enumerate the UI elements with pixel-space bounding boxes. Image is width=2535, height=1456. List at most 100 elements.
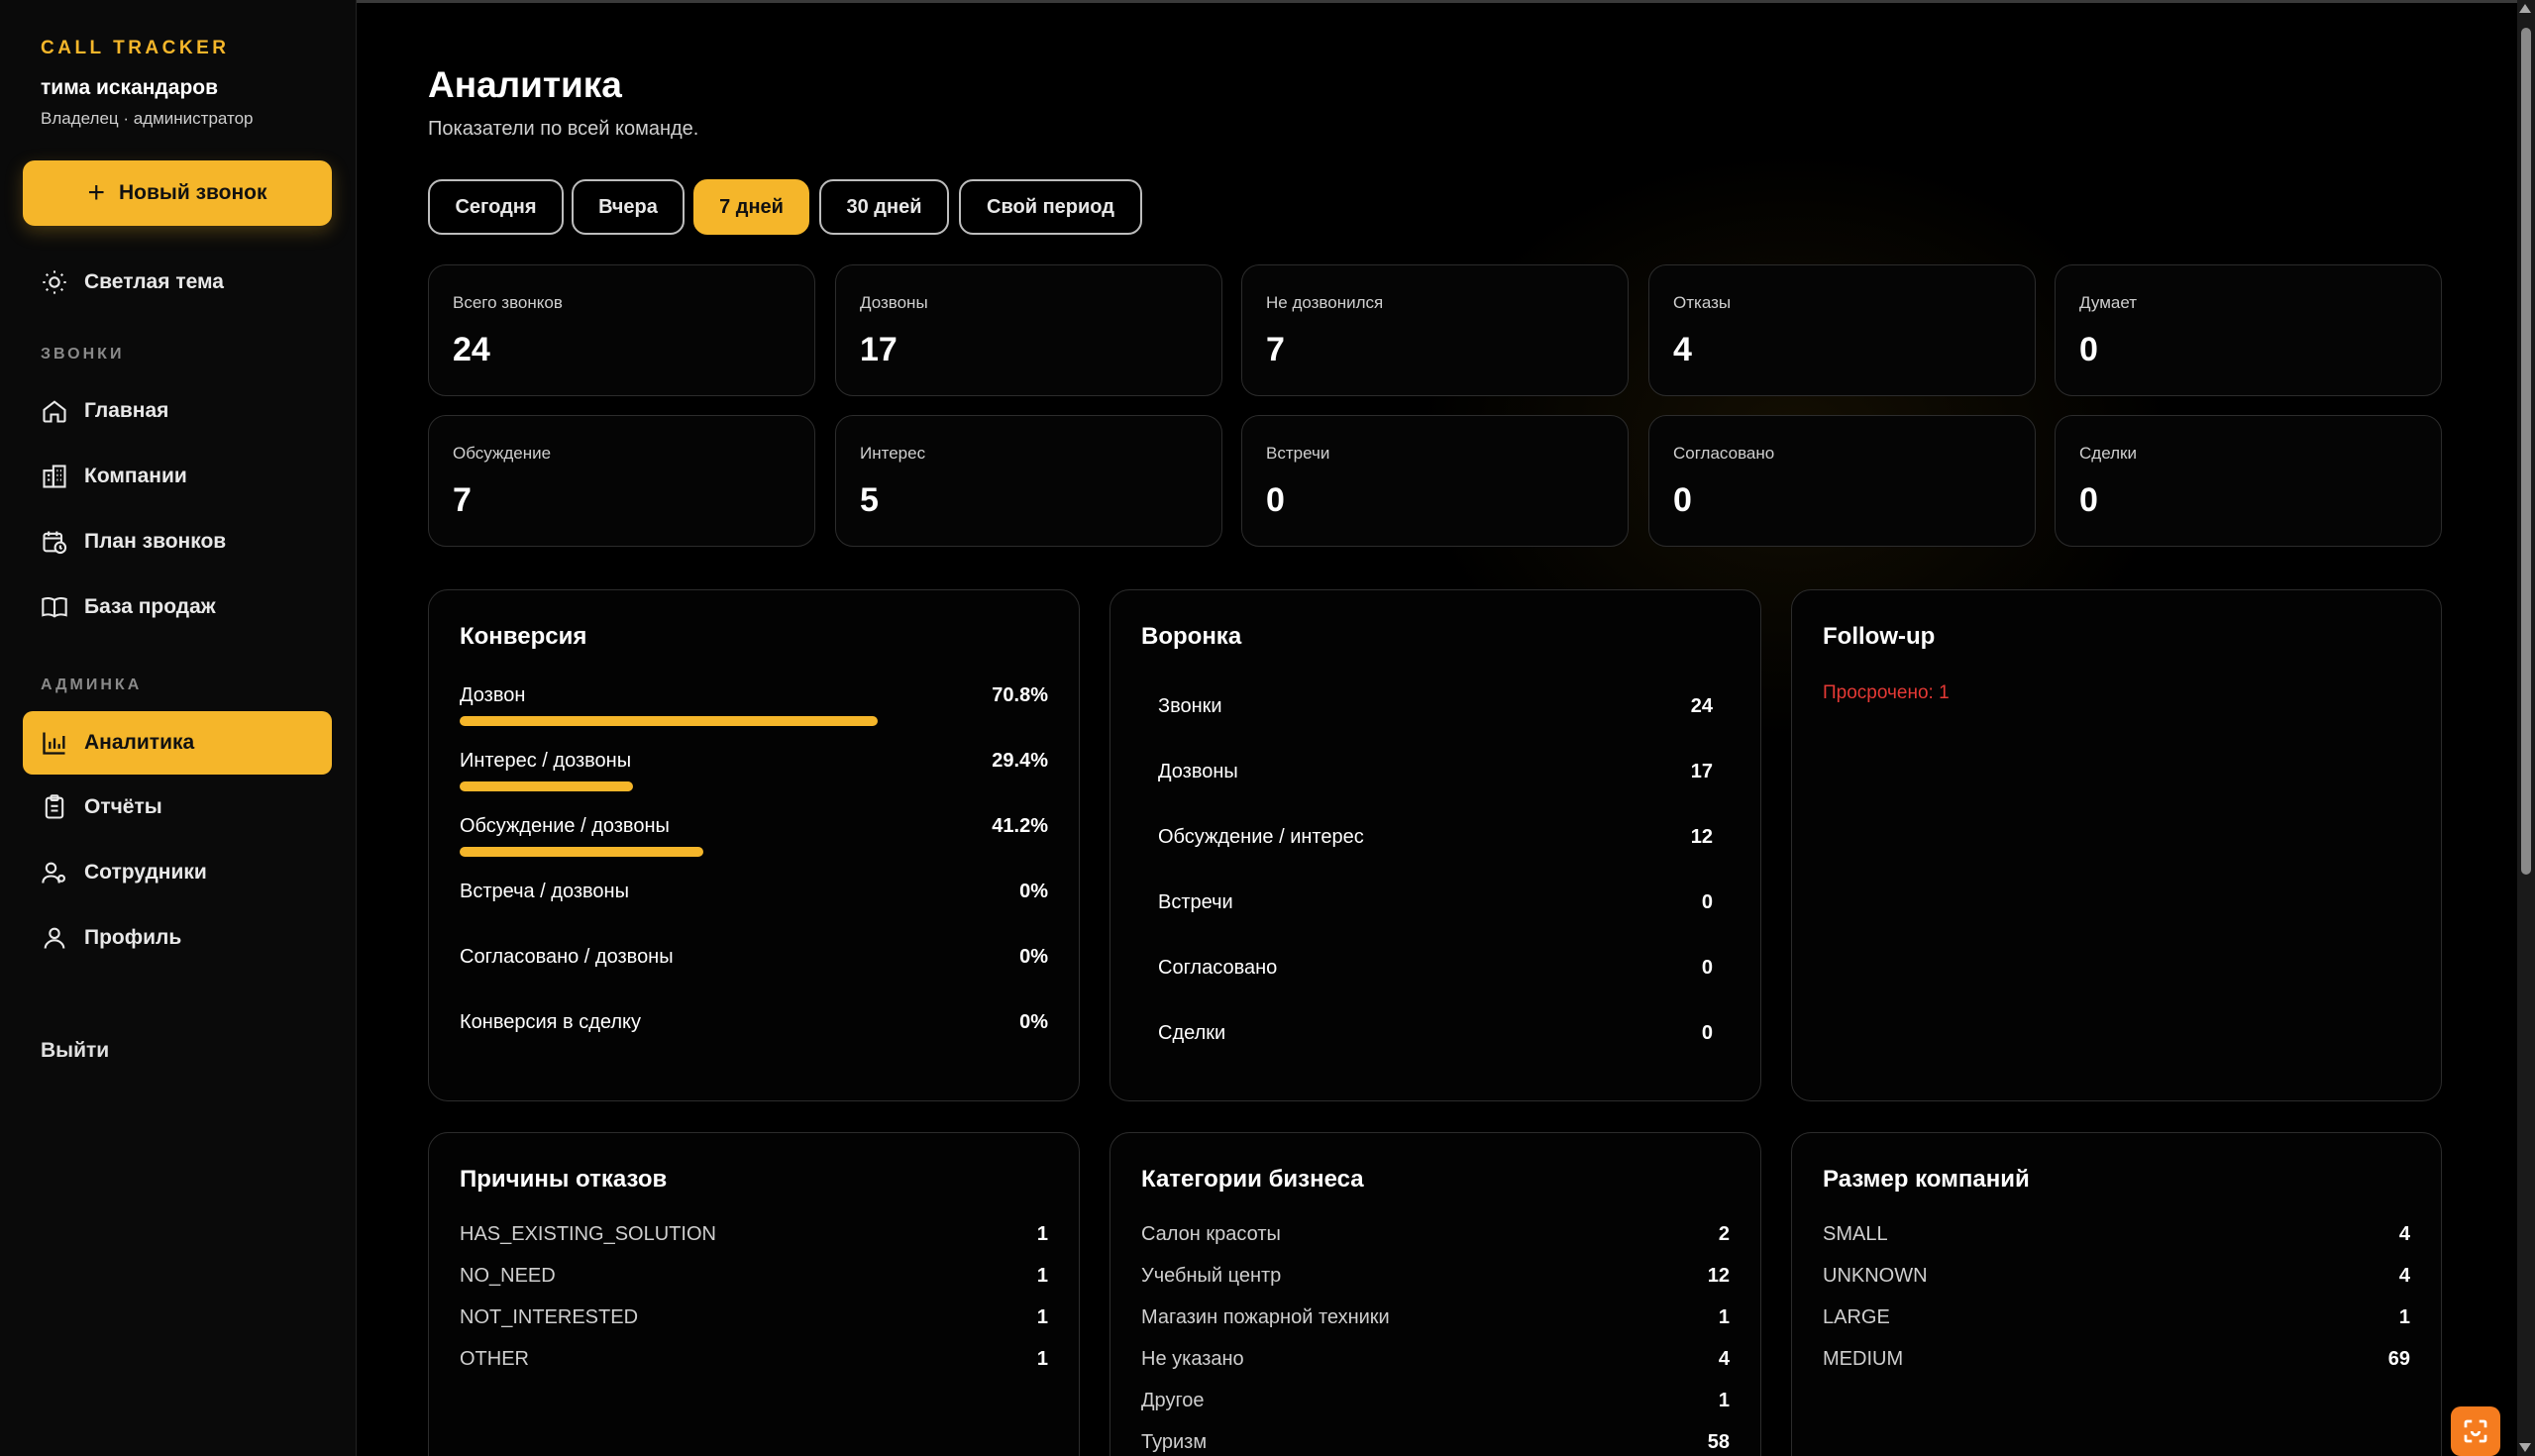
- list-item-label: HAS_EXISTING_SOLUTION: [460, 1223, 716, 1245]
- conversion-bar: [460, 716, 878, 726]
- sidebar-item-analytics[interactable]: Аналитика: [23, 711, 332, 775]
- conversion-bar: [460, 847, 703, 857]
- sidebar-item-label: Отчёты: [84, 795, 162, 818]
- funnel-value: 24: [1690, 695, 1713, 717]
- stat-card-connected: Дозвоны 17: [835, 264, 1222, 396]
- list-item-value: 12: [1707, 1265, 1730, 1287]
- funnel-value: 17: [1690, 761, 1713, 782]
- conversion-percent: 70.8%: [992, 684, 1048, 706]
- sidebar-item-reports[interactable]: Отчёты: [23, 778, 332, 837]
- stat-label: Думает: [2079, 293, 2138, 312]
- stat-value: 0: [1673, 481, 1692, 519]
- list-item-label: NOT_INTERESTED: [460, 1306, 639, 1328]
- section-label-calls: ЗВОНКИ: [41, 346, 125, 363]
- screenshot-tool-button[interactable]: [2451, 1406, 2500, 1456]
- funnel-label: Согласовано: [1158, 957, 1278, 979]
- funnel-label: Дозвоны: [1158, 761, 1238, 782]
- theme-toggle[interactable]: Светлая тема: [23, 253, 332, 312]
- conversion-label: Конверсия в сделку: [460, 1011, 641, 1033]
- sidebar-item-companies[interactable]: Компании: [23, 447, 332, 506]
- list-item-value: 1: [1718, 1390, 1730, 1411]
- book-icon: [42, 597, 67, 618]
- funnel-value: 0: [1701, 957, 1713, 979]
- list-item-label: Другое: [1141, 1390, 1205, 1411]
- stat-card-interest: Интерес 5: [835, 415, 1222, 547]
- conversion-label: Обсуждение / дозвоны: [460, 815, 670, 837]
- conversion-label: Согласовано / дозвоны: [460, 946, 674, 968]
- list-item-value: 58: [1707, 1431, 1730, 1453]
- list-item-value: 69: [2387, 1348, 2410, 1370]
- conversion-percent: 0%: [1019, 946, 1048, 968]
- list-item-value: 1: [2398, 1306, 2410, 1328]
- sun-icon: [43, 270, 66, 294]
- stat-label: Интерес: [860, 444, 926, 463]
- sidebar-item-label: База продаж: [84, 595, 216, 618]
- sidebar-item-sales-base[interactable]: База продаж: [23, 577, 332, 637]
- new-call-button[interactable]: + Новый звонок: [23, 160, 332, 226]
- period-custom-button[interactable]: Свой период: [959, 179, 1142, 235]
- user-icon: [44, 927, 65, 949]
- conversion-row: Конверсия в сделку 0%: [460, 1011, 1048, 1035]
- stat-card-meetings: Встречи 0: [1241, 415, 1629, 547]
- conversion-percent: 41.2%: [992, 815, 1048, 837]
- sidebar-item-label: Компании: [84, 465, 187, 487]
- stat-label: Не дозвонился: [1266, 293, 1384, 312]
- sidebar-item-call-plan[interactable]: План звонков: [23, 512, 332, 572]
- list-item-label: OTHER: [460, 1348, 529, 1370]
- funnel-label: Обсуждение / интерес: [1158, 826, 1364, 848]
- list-item-label: SMALL: [1823, 1223, 1888, 1245]
- stat-value: 4: [1673, 331, 1692, 368]
- stat-card-discussion: Обсуждение 7: [428, 415, 815, 547]
- scroll-down-arrow-icon[interactable]: [2519, 1443, 2531, 1452]
- scroll-up-arrow-icon[interactable]: [2519, 4, 2531, 13]
- page-scrollbar[interactable]: [2517, 0, 2535, 1456]
- list-item-value: 2: [1718, 1223, 1730, 1245]
- calendar-clock-icon: [43, 531, 67, 555]
- building-icon: [43, 465, 66, 488]
- stat-label: Дозвоны: [860, 293, 928, 312]
- overdue-link[interactable]: Просрочено: 1: [1823, 682, 1950, 704]
- funnel-label: Сделки: [1158, 1022, 1226, 1044]
- theme-toggle-label: Светлая тема: [84, 270, 224, 293]
- plus-icon: +: [87, 176, 105, 209]
- list-item-label: Туризм: [1141, 1431, 1208, 1453]
- list-item-label: NO_NEED: [460, 1265, 556, 1287]
- conversion-percent: 0%: [1019, 1011, 1048, 1033]
- main-content: Аналитика Показатели по всей команде. Се…: [358, 0, 2517, 1456]
- panel-title: Воронка: [1141, 623, 1242, 650]
- period-today-button[interactable]: Сегодня: [428, 179, 564, 235]
- period-30-days-button[interactable]: 30 дней: [819, 179, 949, 235]
- conversion-row: Дозвон 70.8%: [460, 684, 1048, 708]
- stat-label: Сделки: [2079, 444, 2137, 463]
- sidebar-item-employees[interactable]: Сотрудники: [23, 843, 332, 902]
- conversion-label: Интерес / дозвоны: [460, 750, 632, 772]
- stat-label: Встречи: [1266, 444, 1330, 463]
- list-item-value: 1: [1036, 1223, 1048, 1245]
- list-item-value: 4: [2398, 1223, 2410, 1245]
- sidebar-item-profile[interactable]: Профиль: [23, 908, 332, 968]
- panel-title: Категории бизнеса: [1141, 1166, 1364, 1193]
- stat-label: Всего звонков: [453, 293, 563, 312]
- stat-value: 24: [453, 331, 490, 368]
- period-7-days-button[interactable]: 7 дней: [693, 179, 809, 235]
- brand-logo: CALL TRACKER: [41, 38, 230, 58]
- list-item-value: 1: [1036, 1265, 1048, 1287]
- list-item-label: LARGE: [1823, 1306, 1890, 1328]
- new-call-label: Новый звонок: [119, 181, 267, 204]
- funnel-label: Встречи: [1158, 891, 1233, 913]
- conversion-row: Обсуждение / дозвоны 41.2%: [460, 815, 1048, 839]
- capture-icon: [2464, 1419, 2487, 1443]
- period-yesterday-button[interactable]: Вчера: [572, 179, 685, 235]
- sidebar-item-home[interactable]: Главная: [23, 381, 332, 441]
- bar-chart-icon: [43, 732, 65, 755]
- scrollbar-thumb[interactable]: [2521, 28, 2531, 875]
- funnel-value: 12: [1690, 826, 1713, 848]
- list-item-value: 1: [1718, 1306, 1730, 1328]
- conversion-label: Встреча / дозвоны: [460, 881, 629, 902]
- list-item-label: MEDIUM: [1823, 1348, 1904, 1370]
- logout-button[interactable]: Выйти: [41, 1039, 109, 1063]
- list-item-value: 1: [1036, 1348, 1048, 1370]
- refusal-reasons-panel: Причины отказов HAS_EXISTING_SOLUTION 1 …: [428, 1132, 1080, 1456]
- funnel-label: Звонки: [1158, 695, 1222, 717]
- stat-card-total-calls: Всего звонков 24: [428, 264, 815, 396]
